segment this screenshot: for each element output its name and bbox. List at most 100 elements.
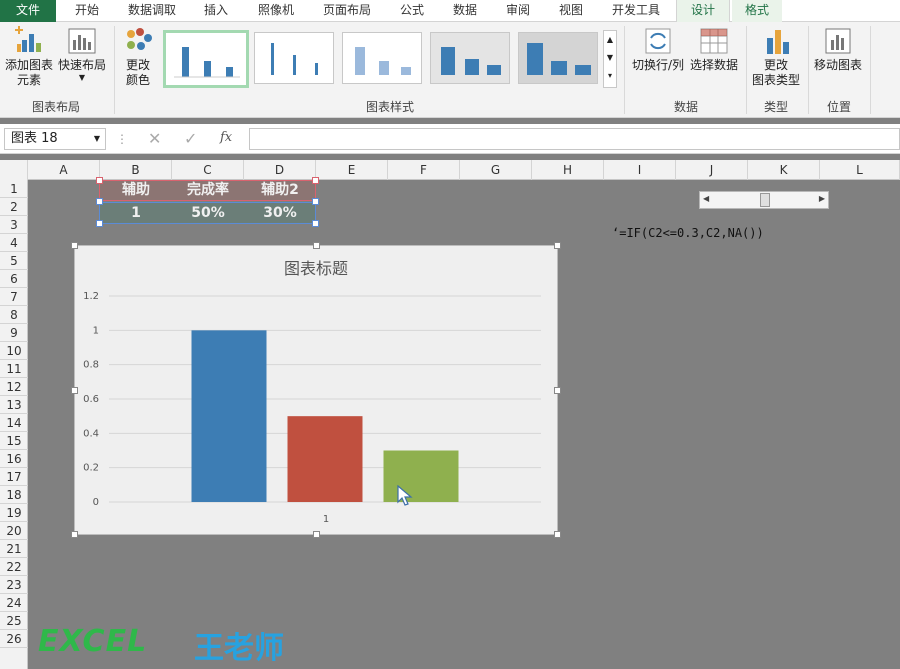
chart-style-3[interactable]	[342, 32, 422, 84]
column-header[interactable]: D	[244, 160, 316, 180]
formula-input[interactable]	[249, 128, 900, 150]
tab-file[interactable]: 文件	[0, 0, 56, 22]
column-header[interactable]: G	[460, 160, 532, 180]
chevron-down-icon[interactable]: ▼	[604, 49, 616, 67]
more-options-icon[interactable]: ⋮	[116, 132, 128, 146]
enter-icon[interactable]: ✓	[184, 129, 197, 148]
column-header[interactable]: B	[100, 160, 172, 180]
tab-data[interactable]: 数据	[440, 0, 490, 22]
column-header[interactable]: C	[172, 160, 244, 180]
gallery-more-icon[interactable]: ▾	[604, 67, 616, 85]
insert-function-icon[interactable]: fx	[220, 130, 232, 145]
chart-style-2[interactable]	[254, 32, 334, 84]
row-header[interactable]: 26	[0, 630, 28, 648]
chart-bar-series-1[interactable]	[191, 330, 267, 502]
quick-layout-button[interactable]: 快速布局 ▼	[56, 26, 108, 83]
row-header[interactable]: 22	[0, 558, 28, 576]
table-header-cell[interactable]: 辅助	[100, 180, 172, 200]
tab-review[interactable]: 审阅	[494, 0, 542, 22]
tab-formulas[interactable]: 公式	[388, 0, 436, 22]
range-handle[interactable]	[312, 177, 319, 184]
row-header[interactable]: 13	[0, 396, 28, 414]
scroll-thumb[interactable]	[760, 193, 770, 207]
column-header[interactable]: H	[532, 160, 604, 180]
chart-resize-handle[interactable]	[71, 387, 78, 394]
row-header[interactable]: 6	[0, 270, 28, 288]
range-handle[interactable]	[312, 198, 319, 205]
tab-format[interactable]: 格式	[732, 0, 782, 22]
row-header[interactable]: 16	[0, 450, 28, 468]
column-header[interactable]: A	[28, 160, 100, 180]
row-header[interactable]: 4	[0, 234, 28, 252]
row-header[interactable]: 11	[0, 360, 28, 378]
tab-developer[interactable]: 开发工具	[600, 0, 672, 22]
row-header[interactable]: 3	[0, 216, 28, 234]
row-header[interactable]: 23	[0, 576, 28, 594]
row-header[interactable]: 14	[0, 414, 28, 432]
column-header[interactable]: E	[316, 160, 388, 180]
chart-area[interactable]: 图表标题 0 0.2 0.4 0.6 0.8 1 1.2 1	[71, 242, 561, 538]
table-value-cell[interactable]: 50%	[172, 203, 244, 223]
row-header[interactable]: 10	[0, 342, 28, 360]
row-header[interactable]: 20	[0, 522, 28, 540]
change-colors-button[interactable]: 更改 颜色	[116, 26, 160, 88]
column-header[interactable]: K	[748, 160, 820, 180]
row-header[interactable]: 21	[0, 540, 28, 558]
tab-home[interactable]: 开始	[60, 0, 114, 22]
switch-row-column-button[interactable]: 切换行/列	[630, 26, 686, 73]
scroll-left-arrow-icon[interactable]: ◀	[703, 194, 709, 203]
column-header[interactable]: L	[820, 160, 900, 180]
range-handle[interactable]	[96, 177, 103, 184]
chart-resize-handle[interactable]	[71, 531, 78, 538]
row-header[interactable]: 12	[0, 378, 28, 396]
table-value-cell[interactable]: 1	[100, 203, 172, 223]
row-header[interactable]: 8	[0, 306, 28, 324]
tab-data-fetch[interactable]: 数据调取	[118, 0, 186, 22]
chevron-up-icon[interactable]: ▲	[604, 31, 616, 49]
chart-resize-handle[interactable]	[313, 531, 320, 538]
name-box[interactable]: 图表 18 ▼	[4, 128, 106, 150]
cancel-icon[interactable]: ✕	[148, 129, 161, 148]
range-handle[interactable]	[96, 198, 103, 205]
row-header[interactable]: 17	[0, 468, 28, 486]
chart-resize-handle[interactable]	[313, 242, 320, 249]
select-data-button[interactable]: 选择数据	[688, 26, 740, 73]
row-header[interactable]: 25	[0, 612, 28, 630]
chart-style-1[interactable]	[163, 30, 249, 88]
tab-page-layout[interactable]: 页面布局	[310, 0, 384, 22]
tab-camera[interactable]: 照像机	[246, 0, 306, 22]
row-header[interactable]: 7	[0, 288, 28, 306]
table-value-cell[interactable]: 30%	[244, 203, 316, 223]
column-header[interactable]: I	[604, 160, 676, 180]
change-chart-type-button[interactable]: 更改 图表类型	[748, 26, 804, 88]
chart-style-5[interactable]	[518, 32, 598, 84]
column-header[interactable]: F	[388, 160, 460, 180]
row-header[interactable]: 24	[0, 594, 28, 612]
range-handle[interactable]	[96, 220, 103, 227]
row-header[interactable]: 18	[0, 486, 28, 504]
table-header-cell[interactable]: 辅助2	[244, 180, 316, 200]
chart-style-4[interactable]	[430, 32, 510, 84]
move-chart-button[interactable]: 移动图表	[810, 26, 866, 73]
chevron-down-icon[interactable]: ▼	[94, 129, 100, 149]
row-header[interactable]: 5	[0, 252, 28, 270]
chart-bar-series-3[interactable]	[383, 450, 459, 503]
table-header-cell[interactable]: 完成率	[172, 180, 244, 200]
chart-resize-handle[interactable]	[554, 531, 561, 538]
row-header[interactable]: 19	[0, 504, 28, 522]
range-handle[interactable]	[312, 220, 319, 227]
scrollbar-control[interactable]: ◀ ▶	[699, 191, 829, 209]
column-header[interactable]: J	[676, 160, 748, 180]
row-header[interactable]: 9	[0, 324, 28, 342]
tab-view[interactable]: 视图	[546, 0, 596, 22]
chart-resize-handle[interactable]	[554, 242, 561, 249]
scroll-right-arrow-icon[interactable]: ▶	[819, 194, 825, 203]
chart-resize-handle[interactable]	[554, 387, 561, 394]
chart-bar-series-2[interactable]	[287, 416, 363, 502]
select-all-corner[interactable]	[0, 160, 28, 180]
row-header[interactable]: 1	[0, 180, 28, 198]
tab-insert[interactable]: 插入	[190, 0, 242, 22]
chart-resize-handle[interactable]	[71, 242, 78, 249]
row-header[interactable]: 15	[0, 432, 28, 450]
row-header[interactable]: 2	[0, 198, 28, 216]
